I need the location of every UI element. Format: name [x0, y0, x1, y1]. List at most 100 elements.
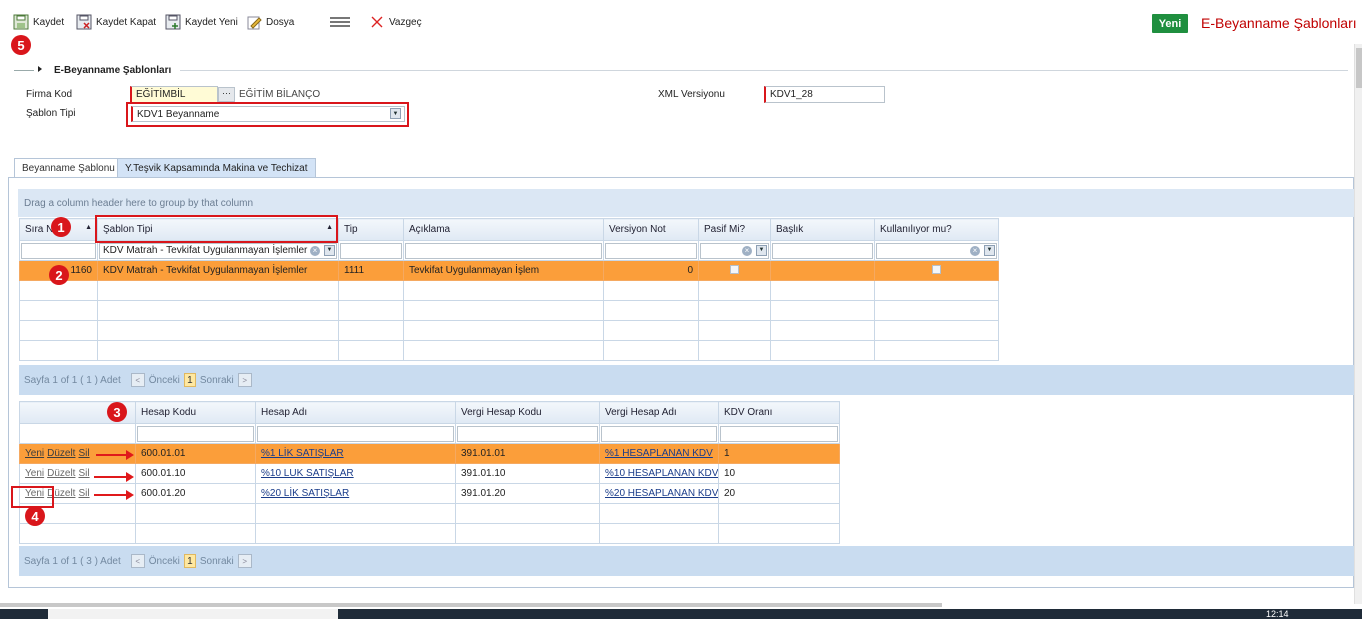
- col-kdv-orani[interactable]: KDV Oranı: [718, 401, 840, 424]
- chevron-down-icon[interactable]: ▼: [756, 244, 767, 256]
- cell-kdv-orani: 1: [718, 443, 840, 464]
- filter-tip[interactable]: [340, 242, 402, 259]
- cancel-label: Vazgeç: [389, 16, 422, 28]
- clear-filter-icon[interactable]: ×: [310, 245, 320, 256]
- cell-pasif-mi: [698, 260, 771, 281]
- table-row[interactable]: 1160 KDV Matrah - Tevkifat Uygulanmayan …: [19, 260, 999, 281]
- filter-pasif-mi[interactable]: × ▼: [700, 242, 769, 259]
- filter-baslik[interactable]: [772, 242, 873, 259]
- col-kullaniliyor-mu[interactable]: Kullanılıyor mu?: [874, 218, 999, 241]
- file-button[interactable]: Dosya: [246, 12, 294, 32]
- col-vergi-hesap-kodu[interactable]: Vergi Hesap Kodu: [455, 401, 600, 424]
- checkbox[interactable]: [932, 264, 941, 274]
- col-hesap-kodu[interactable]: Hesap Kodu: [135, 401, 256, 424]
- group-by-bar[interactable]: Drag a column header here to group by th…: [18, 189, 1354, 217]
- firma-name: EĞİTİM BİLANÇO: [239, 89, 321, 100]
- section-title: E-Beyanname Şablonları: [54, 65, 172, 76]
- filter-vergi-hesap-kodu[interactable]: [457, 425, 598, 442]
- hesap-grid: Hesap Kodu Hesap Adı Vergi Hesap Kodu Ve…: [19, 401, 840, 544]
- pager-next[interactable]: Sonraki: [200, 375, 234, 386]
- filter-kullaniliyor-mu[interactable]: × ▼: [876, 242, 997, 259]
- pager-grid2: Sayfa 1 of 1 ( 3 ) Adet < Önceki 1 Sonra…: [19, 546, 1354, 576]
- pager-page[interactable]: 1: [183, 554, 196, 568]
- row-new-link[interactable]: Yeni: [25, 468, 44, 479]
- filter-hesap-kodu[interactable]: [137, 425, 254, 442]
- chevron-left-icon[interactable]: <: [130, 554, 145, 568]
- pager-prev[interactable]: Önceki: [149, 375, 180, 386]
- new-button[interactable]: Yeni: [1152, 14, 1188, 33]
- clear-filter-icon[interactable]: ×: [970, 245, 980, 256]
- taskbar-clock: 12:14: [1266, 609, 1289, 619]
- col-versiyon-not[interactable]: Versiyon Not: [603, 218, 699, 241]
- clear-filter-icon[interactable]: ×: [742, 245, 752, 256]
- xml-versiyonu-input[interactable]: KDV1_28: [764, 86, 885, 103]
- chevron-left-icon[interactable]: <: [130, 373, 145, 387]
- row-edit-link[interactable]: Düzelt: [47, 468, 75, 479]
- cell-vergi-hesap-adi-link[interactable]: %20 HESAPLANAN KDV: [605, 488, 718, 499]
- chevron-right-icon[interactable]: >: [237, 554, 252, 568]
- filter-kdv-orani[interactable]: [720, 425, 838, 442]
- vertical-scrollbar[interactable]: [1354, 44, 1362, 604]
- tab-beyanname-sablonu[interactable]: Beyanname Şablonu: [14, 158, 123, 178]
- pager-page[interactable]: 1: [183, 373, 196, 387]
- col-pasif-mi[interactable]: Pasif Mi?: [698, 218, 771, 241]
- cell-vergi-hesap-adi-link[interactable]: %10 HESAPLANAN KDV: [605, 468, 718, 479]
- menu-button[interactable]: [330, 12, 350, 32]
- annotation-arrow: [94, 472, 134, 482]
- table-row[interactable]: Yeni Düzelt Sil 600.01.01 %1 LİK SATIŞLAR …: [19, 443, 840, 464]
- table-row-empty: [19, 320, 999, 341]
- firma-kod-input[interactable]: EĞİTİMBİL: [130, 86, 218, 103]
- row-actions: Yeni Düzelt Sil: [19, 463, 136, 484]
- row-delete-link[interactable]: Sil: [78, 488, 89, 499]
- cell-vergi-hesap-adi-link[interactable]: %1 HESAPLANAN KDV: [605, 448, 713, 459]
- col-aciklama[interactable]: Açıklama: [403, 218, 604, 241]
- col-vergi-hesap-adi[interactable]: Vergi Hesap Adı: [599, 401, 719, 424]
- checkbox[interactable]: [730, 264, 739, 274]
- chevron-down-icon[interactable]: ▼: [984, 244, 995, 256]
- filter-sablon-tipi[interactable]: KDV Matrah - Tevkifat Uygulanmayan İşlem…: [99, 242, 337, 259]
- tab-tesvik[interactable]: Y.Teşvik Kapsamında Makina ve Techizat: [117, 158, 316, 178]
- col-hesap-adi[interactable]: Hesap Adı: [255, 401, 456, 424]
- table-row[interactable]: Yeni Düzelt Sil 600.01.20 %20 LİK SATIŞLAR…: [19, 483, 840, 504]
- filter-versiyon-not[interactable]: [605, 242, 697, 259]
- pager-info: Sayfa 1 of 1 ( 1 ) Adet: [24, 374, 121, 386]
- row-edit-link[interactable]: Düzelt: [47, 448, 75, 459]
- firma-lookup-button[interactable]: ···: [218, 87, 235, 102]
- row-delete-link[interactable]: Sil: [78, 448, 89, 459]
- col-tip[interactable]: Tip: [338, 218, 404, 241]
- pager-next[interactable]: Sonraki: [200, 556, 234, 567]
- cell-vergi-hesap-kodu: 391.01.20: [455, 483, 600, 504]
- expand-triangle-icon[interactable]: [38, 66, 42, 72]
- col-baslik[interactable]: Başlık: [770, 218, 875, 241]
- cell-kdv-orani: 10: [718, 463, 840, 484]
- cancel-button[interactable]: Vazgeç: [369, 12, 422, 32]
- cell-kdv-orani: 20: [718, 483, 840, 504]
- annotation-badge-5: 5: [11, 35, 31, 55]
- taskbar-search[interactable]: [48, 609, 338, 619]
- cell-hesap-adi-link[interactable]: %1 LİK SATIŞLAR: [261, 448, 344, 459]
- save-new-label: Kaydet Yeni: [185, 16, 238, 28]
- cell-hesap-adi-link[interactable]: %20 LİK SATIŞLAR: [261, 488, 349, 499]
- cell-baslik: [770, 260, 875, 281]
- save-new-button[interactable]: Kaydet Yeni: [165, 12, 238, 32]
- filter-sira-no[interactable]: [21, 242, 96, 259]
- save-close-button[interactable]: Kaydet Kapat: [76, 12, 156, 32]
- filter-aciklama[interactable]: [405, 242, 602, 259]
- firma-kod-label: Firma Kod: [26, 89, 73, 100]
- filter-vergi-hesap-adi[interactable]: [601, 425, 717, 442]
- row-new-link[interactable]: Yeni: [25, 448, 44, 459]
- cell-vergi-hesap-kodu: 391.01.01: [455, 443, 600, 464]
- hamburger-icon: [330, 14, 350, 30]
- horizontal-scrollbar[interactable]: [0, 603, 942, 607]
- filter-hesap-adi[interactable]: [257, 425, 454, 442]
- pager-prev[interactable]: Önceki: [149, 556, 180, 567]
- chevron-right-icon[interactable]: >: [237, 373, 252, 387]
- table-row[interactable]: Yeni Düzelt Sil 600.01.10 %10 LUK SATIŞLAR…: [19, 463, 840, 484]
- cell-hesap-adi-link[interactable]: %10 LUK SATIŞLAR: [261, 468, 354, 479]
- row-delete-link[interactable]: Sil: [78, 468, 89, 479]
- save-button[interactable]: Kaydet: [13, 12, 64, 32]
- cell-hesap-kodu: 600.01.01: [135, 443, 256, 464]
- cell-kullaniliyor-mu: [874, 260, 999, 281]
- chevron-down-icon[interactable]: ▼: [324, 244, 335, 256]
- save-close-label: Kaydet Kapat: [96, 16, 157, 28]
